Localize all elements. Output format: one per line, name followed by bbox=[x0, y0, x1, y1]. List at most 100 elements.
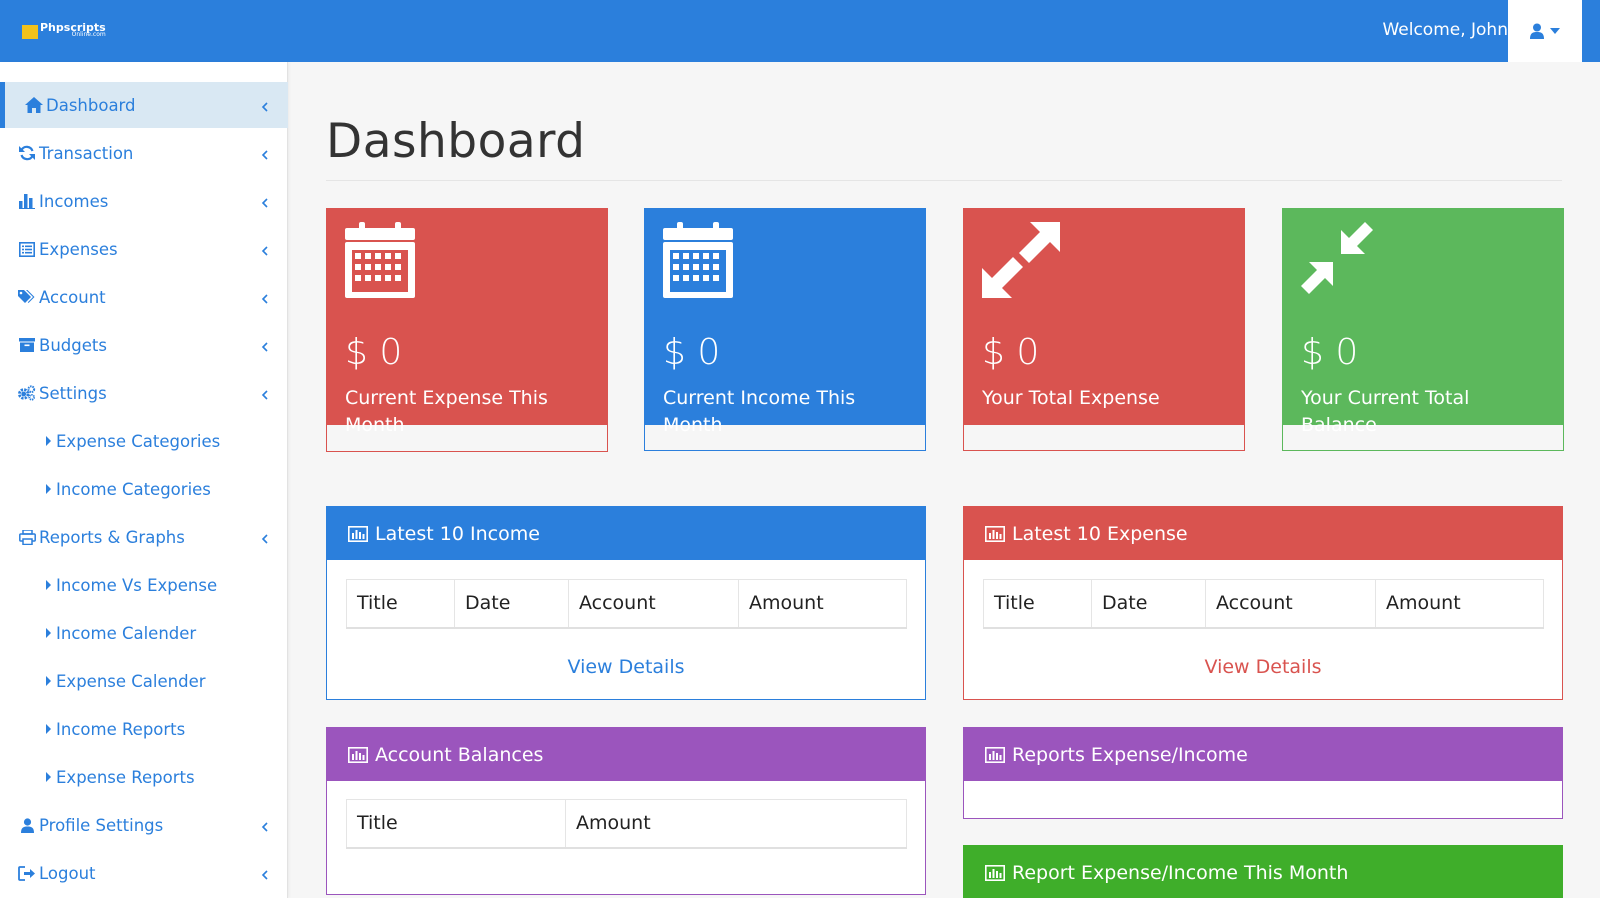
column-header: Account bbox=[1205, 579, 1376, 629]
column-header: Title bbox=[346, 579, 455, 629]
user-menu-button[interactable] bbox=[1508, 0, 1582, 62]
sidebar-item-transaction[interactable]: Transaction bbox=[0, 130, 288, 176]
list-alt-icon bbox=[18, 240, 36, 258]
home-icon bbox=[25, 96, 43, 114]
stat-card-footer bbox=[963, 425, 1245, 451]
balances-table: Title Amount bbox=[346, 799, 907, 849]
sidebar-item-label: Logout bbox=[39, 863, 96, 883]
panel-latest-income: Latest 10 Income Title Date Account Amou… bbox=[326, 506, 926, 700]
caret-right-icon bbox=[46, 436, 51, 446]
chevron-left-icon bbox=[261, 817, 268, 836]
sidebar-item-label: Reports & Graphs bbox=[39, 527, 185, 547]
caret-right-icon bbox=[46, 772, 51, 782]
caret-right-icon bbox=[46, 628, 51, 638]
chevron-left-icon bbox=[261, 145, 268, 164]
bar-chart-icon bbox=[985, 525, 1005, 542]
user-icon bbox=[18, 816, 36, 834]
sidebar-item-label: Budgets bbox=[39, 335, 107, 355]
chevron-left-icon bbox=[261, 97, 268, 116]
sidebar-subitem-income-calender[interactable]: Income Calender bbox=[0, 610, 288, 656]
panel-title: Latest 10 Income bbox=[375, 522, 540, 545]
stat-label: Your Current Total Balance bbox=[1301, 387, 1470, 436]
sidebar-item-label: Expense Reports bbox=[56, 767, 195, 787]
calendar-icon bbox=[345, 222, 415, 302]
sidebar-item-label: Income Vs Expense bbox=[56, 575, 218, 595]
panel-title: Report Expense/Income This Month bbox=[1012, 861, 1349, 884]
stat-amount: $ 0 bbox=[663, 332, 721, 373]
logo-mark bbox=[22, 25, 38, 39]
table-header-row: Title Date Account Amount bbox=[983, 579, 1544, 629]
caret-right-icon bbox=[46, 580, 51, 590]
sidebar-item-label: Account bbox=[39, 287, 106, 307]
sidebar-item-label: Expense Calender bbox=[56, 671, 206, 691]
column-header: Account bbox=[568, 579, 739, 629]
sidebar-subitem-expense-reports[interactable]: Expense Reports bbox=[0, 754, 288, 800]
sidebar-subitem-income-categories[interactable]: Income Categories bbox=[0, 466, 288, 512]
sidebar-item-label: Incomes bbox=[39, 191, 109, 211]
column-header: Amount bbox=[738, 579, 907, 629]
cogs-icon bbox=[18, 384, 36, 402]
sidebar-item-reports-graphs[interactable]: Reports & Graphs bbox=[0, 514, 288, 560]
column-header: Title bbox=[983, 579, 1092, 629]
expense-table: Title Date Account Amount bbox=[983, 579, 1544, 629]
page-title: Dashboard bbox=[326, 114, 586, 169]
sidebar-subitem-income-vs-expense[interactable]: Income Vs Expense bbox=[0, 562, 288, 608]
chevron-left-icon bbox=[261, 337, 268, 356]
table-header-row: Title Amount bbox=[346, 799, 907, 849]
stat-card-current-expense: $ 0 Current Expense This Month bbox=[326, 208, 608, 452]
sidebar-item-dashboard[interactable]: Dashboard bbox=[0, 82, 288, 128]
sidebar-item-label: Income Categories bbox=[56, 479, 211, 499]
sidebar-subitem-expense-categories[interactable]: Expense Categories bbox=[0, 418, 288, 464]
chevron-left-icon bbox=[261, 529, 268, 548]
table-header-row: Title Date Account Amount bbox=[346, 579, 907, 629]
sidebar-item-label: Income Calender bbox=[56, 623, 197, 643]
caret-down-icon bbox=[1550, 28, 1560, 34]
sidebar-item-label: Expenses bbox=[39, 239, 118, 259]
sidebar-item-budgets[interactable]: Budgets bbox=[0, 322, 288, 368]
expand-icon bbox=[982, 222, 1060, 302]
sidebar-item-label: Dashboard bbox=[46, 95, 136, 115]
bar-chart-icon bbox=[985, 864, 1005, 881]
sidebar-item-profile-settings[interactable]: Profile Settings bbox=[0, 802, 288, 848]
stat-card-total-balance: $ 0 Your Current Total Balance bbox=[1282, 208, 1564, 451]
title-divider bbox=[326, 180, 1562, 181]
chevron-left-icon bbox=[261, 865, 268, 884]
stat-label: Current Expense This Month bbox=[345, 387, 548, 436]
print-icon bbox=[18, 528, 36, 546]
caret-right-icon bbox=[46, 484, 51, 494]
column-header: Date bbox=[454, 579, 569, 629]
panel-latest-expense: Latest 10 Expense Title Date Account Amo… bbox=[963, 506, 1563, 700]
column-header: Amount bbox=[565, 799, 907, 849]
sidebar-item-incomes[interactable]: Incomes bbox=[0, 178, 288, 224]
brand-logo[interactable]: Phpscripts Online.com bbox=[22, 22, 106, 42]
sidebar-subitem-expense-calender[interactable]: Expense Calender bbox=[0, 658, 288, 704]
stat-card-current-income: $ 0 Current Income This Month bbox=[644, 208, 926, 451]
view-details-link[interactable]: View Details bbox=[327, 656, 925, 678]
stat-label: Your Total Expense bbox=[982, 387, 1160, 409]
caret-right-icon bbox=[46, 724, 51, 734]
chevron-left-icon bbox=[261, 385, 268, 404]
sidebar-item-label: Profile Settings bbox=[39, 815, 164, 835]
sign-out-icon bbox=[18, 864, 36, 882]
sidebar-item-label: Transaction bbox=[39, 143, 134, 163]
sidebar-item-account[interactable]: Account bbox=[0, 274, 288, 320]
sidebar-item-logout[interactable]: Logout bbox=[0, 850, 288, 896]
stat-amount: $ 0 bbox=[1301, 332, 1359, 373]
bar-chart-icon bbox=[18, 192, 36, 210]
archive-icon bbox=[18, 336, 36, 354]
chevron-left-icon bbox=[261, 193, 268, 212]
sidebar-item-settings[interactable]: Settings bbox=[0, 370, 288, 416]
bar-chart-icon bbox=[348, 746, 368, 763]
panel-account-balances: Account Balances Title Amount bbox=[326, 727, 926, 895]
sidebar-subitem-income-reports[interactable]: Income Reports bbox=[0, 706, 288, 752]
column-header: Amount bbox=[1375, 579, 1544, 629]
calendar-icon bbox=[663, 222, 733, 302]
chevron-left-icon bbox=[261, 289, 268, 308]
sidebar: Dashboard Transaction Incomes Expenses A… bbox=[0, 62, 288, 898]
panel-report-this-month: Report Expense/Income This Month bbox=[963, 845, 1563, 898]
sidebar-item-expenses[interactable]: Expenses bbox=[0, 226, 288, 272]
view-details-link[interactable]: View Details bbox=[964, 656, 1562, 678]
sidebar-item-label: Expense Categories bbox=[56, 431, 221, 451]
stat-card-total-expense: $ 0 Your Total Expense bbox=[963, 208, 1245, 451]
chevron-left-icon bbox=[261, 241, 268, 260]
